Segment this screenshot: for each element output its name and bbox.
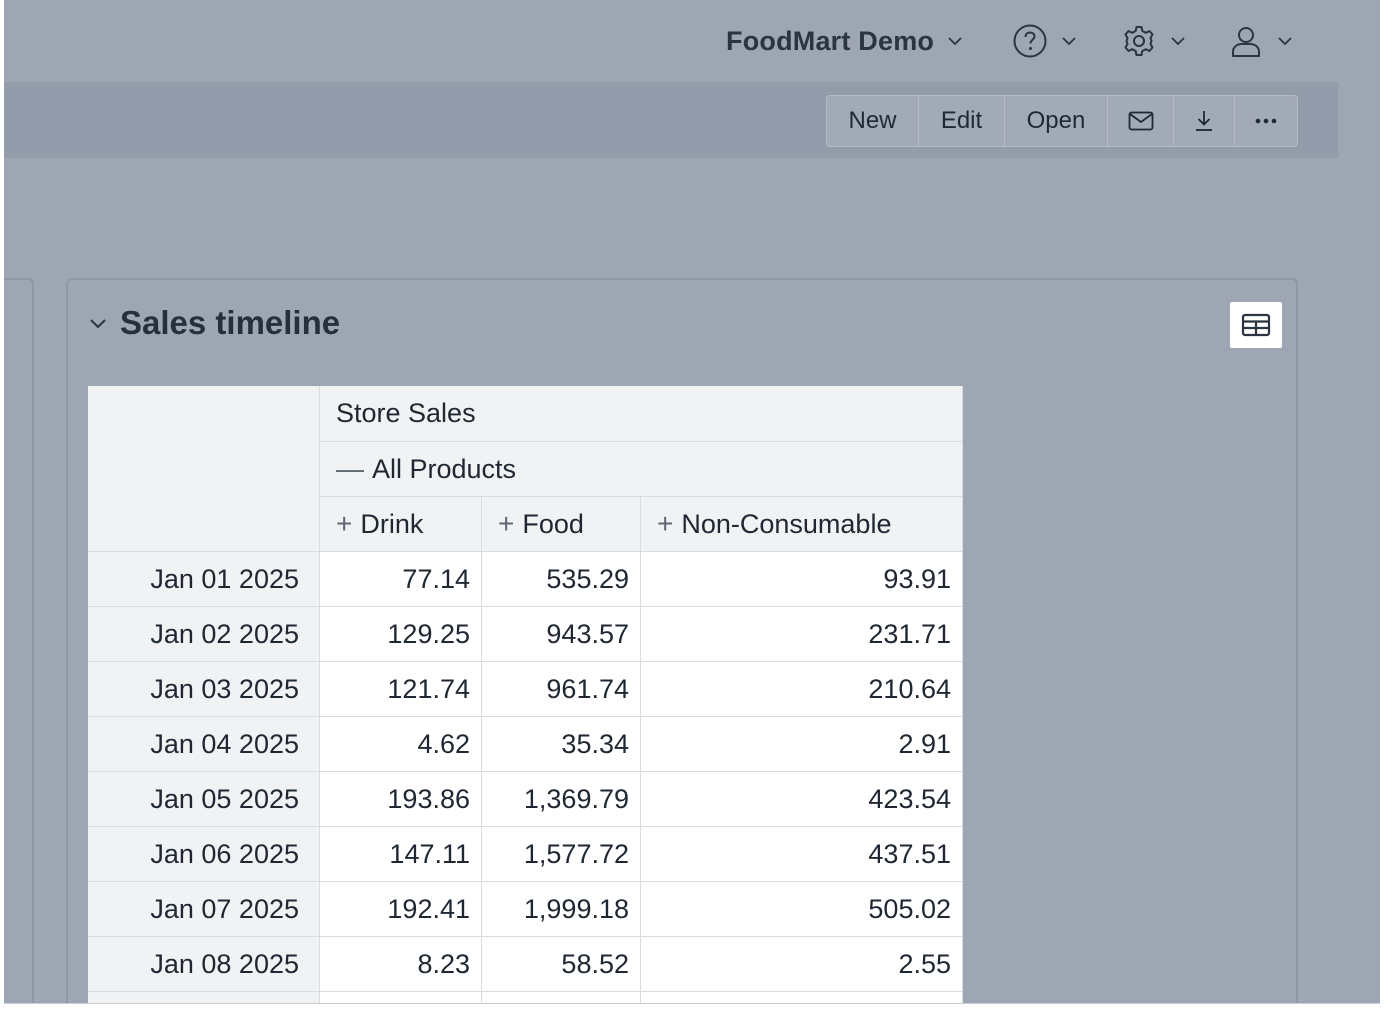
column-header-drink[interactable]: + Drink: [320, 497, 482, 552]
table-cell: 943.57: [482, 607, 641, 662]
chevron-down-icon: [1062, 37, 1076, 46]
expand-toggle[interactable]: +: [657, 508, 673, 540]
row-header: Jan 06 2025: [88, 827, 320, 882]
row-header: Jan 08 2025: [88, 937, 320, 992]
table-cell: 93.91: [641, 552, 963, 607]
toolbar-button-group: New Edit Open: [826, 95, 1298, 147]
dashboard-toolbar: New Edit Open: [4, 82, 1338, 158]
sales-timeline-widget: Sales timeline Store Sales — All Product…: [66, 278, 1298, 1003]
table-cell: 4.62: [320, 717, 482, 772]
new-button[interactable]: New: [827, 96, 919, 146]
table-cell: 121.74: [320, 662, 482, 717]
table-cell: 505.02: [641, 882, 963, 937]
measure-header: Store Sales: [320, 386, 963, 442]
expand-toggle[interactable]: +: [336, 508, 352, 540]
app-switcher[interactable]: FoodMart Demo: [726, 18, 964, 64]
app-frame: FoodMart Demo New Edit Open Sales timeli…: [4, 0, 1380, 1004]
table-cell: 210.64: [641, 662, 963, 717]
column-header-food[interactable]: + Food: [482, 497, 641, 552]
table-cell: 129.25: [320, 607, 482, 662]
table-cell: 77.14: [320, 552, 482, 607]
table-cell: 147.11: [320, 827, 482, 882]
pivot-corner: [88, 386, 320, 552]
row-header: Jan 02 2025: [88, 607, 320, 662]
widget-title: Sales timeline: [120, 304, 341, 341]
collapse-chevron-icon[interactable]: [88, 313, 108, 333]
row-header: Jan 03 2025: [88, 662, 320, 717]
column-header-non-consumable[interactable]: + Non-Consumable: [641, 497, 963, 552]
edit-button[interactable]: Edit: [919, 96, 1005, 146]
left-panel: [4, 278, 34, 1003]
widget-header[interactable]: Sales timeline: [88, 304, 340, 342]
mail-icon: [1128, 111, 1153, 131]
table-cell: 192.41: [320, 882, 482, 937]
expand-toggle[interactable]: +: [498, 508, 514, 540]
app-name: FoodMart Demo: [726, 25, 935, 56]
table-cell: 961.74: [482, 662, 641, 717]
row-header: [88, 992, 320, 1003]
help-icon: [1013, 24, 1047, 58]
row-header: Jan 05 2025: [88, 772, 320, 827]
row-header: Jan 04 2025: [88, 717, 320, 772]
chevron-down-icon: [1171, 37, 1185, 46]
table-cell: 193.86: [320, 772, 482, 827]
table-cell: 2.55: [641, 937, 963, 992]
table-cell: [482, 992, 641, 1003]
table-icon: [1241, 313, 1271, 337]
row-header: Jan 07 2025: [88, 882, 320, 937]
table-cell: 1,369.79: [482, 772, 641, 827]
table-cell: 35.34: [482, 717, 641, 772]
table-cell: 437.51: [641, 827, 963, 882]
column-label: Drink: [360, 508, 424, 539]
settings-menu[interactable]: [1121, 18, 1187, 64]
table-cell: 423.54: [641, 772, 963, 827]
table-cell: 58.52: [482, 937, 641, 992]
table-cell: [320, 992, 482, 1003]
all-products-label: All Products: [372, 453, 517, 484]
more-icon: [1255, 118, 1277, 124]
table-view-button[interactable]: [1230, 302, 1282, 348]
table-cell: 535.29: [482, 552, 641, 607]
chevron-down-icon: [1278, 37, 1292, 46]
help-menu[interactable]: [1012, 18, 1078, 64]
column-label: Non-Consumable: [681, 508, 892, 539]
table-cell: 2.91: [641, 717, 963, 772]
email-button[interactable]: [1108, 96, 1174, 146]
more-button[interactable]: [1235, 96, 1297, 146]
user-icon: [1232, 27, 1260, 57]
table-cell: 8.23: [320, 937, 482, 992]
table-cell: 1,999.18: [482, 882, 641, 937]
top-bar: FoodMart Demo: [4, 0, 1380, 82]
column-label: Food: [522, 508, 584, 539]
pivot-table: Store Sales — All Products + Drink + Foo…: [88, 386, 963, 1003]
download-icon: [1196, 111, 1212, 131]
user-menu[interactable]: [1228, 18, 1294, 64]
collapse-toggle[interactable]: —: [336, 453, 364, 485]
download-button[interactable]: [1174, 96, 1235, 146]
table-cell: [641, 992, 963, 1003]
all-products-header[interactable]: — All Products: [320, 442, 963, 497]
table-cell: 231.71: [641, 607, 963, 662]
gear-icon: [1124, 26, 1154, 56]
chevron-down-icon: [948, 37, 962, 46]
table-cell: 1,577.72: [482, 827, 641, 882]
row-header: Jan 01 2025: [88, 552, 320, 607]
open-button[interactable]: Open: [1005, 96, 1108, 146]
